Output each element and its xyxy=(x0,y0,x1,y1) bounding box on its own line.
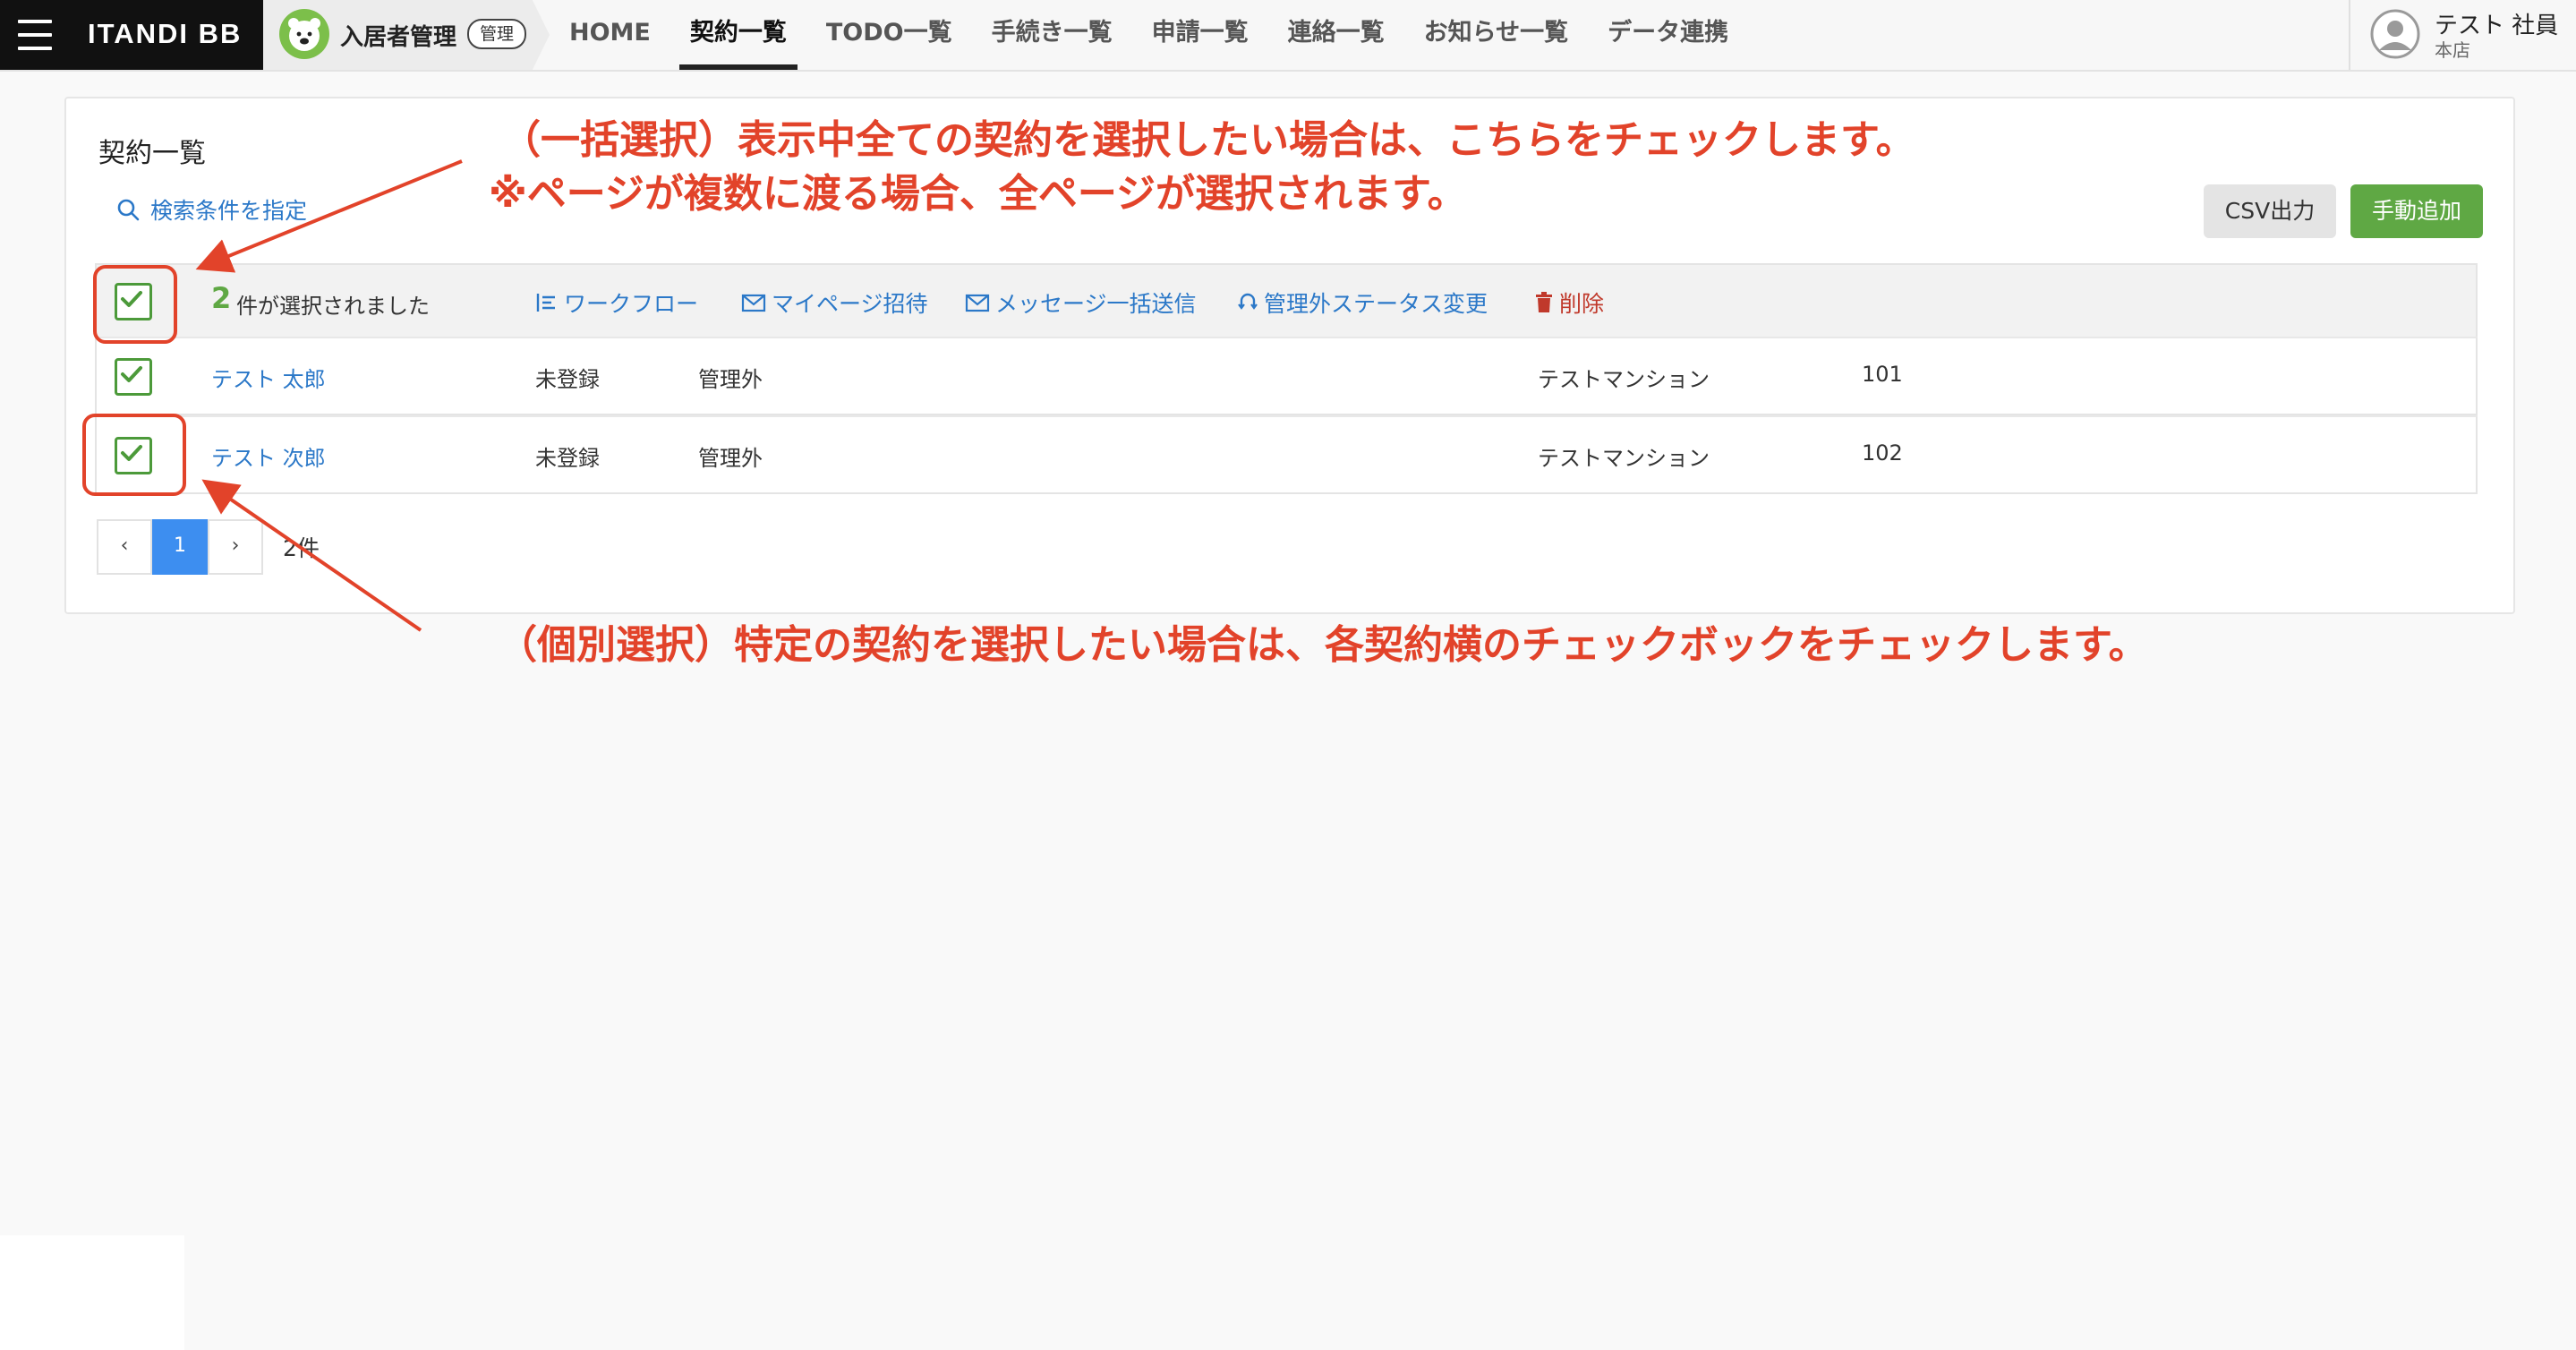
workflow-label: ワークフロー xyxy=(564,291,699,317)
tenant-name-link[interactable]: テスト 太郎 xyxy=(211,362,326,393)
selected-count: 2 xyxy=(211,281,232,315)
pagination: ‹ 1 › 2件 xyxy=(97,519,320,575)
mypage-invite-action[interactable]: マイページ招待 xyxy=(741,286,928,319)
table-row: テスト 太郎 未登録 管理外 テストマンション 101 xyxy=(95,337,2478,415)
total-count: 2件 xyxy=(283,535,320,561)
check-icon xyxy=(121,366,142,382)
next-page-button[interactable]: › xyxy=(208,519,263,575)
brand-area: ITANDI BB xyxy=(0,0,263,70)
csv-export-button[interactable]: CSV出力 xyxy=(2204,184,2336,238)
status-change-label: 管理外ステータス変更 xyxy=(1264,291,1488,317)
tenant-name-link[interactable]: テスト 次郎 xyxy=(211,440,326,472)
user-menu[interactable]: テスト 社員 本店 xyxy=(2349,0,2576,70)
search-conditions-label: 検索条件を指定 xyxy=(150,198,308,224)
top-bar: ITANDI BB 入居者管理 管理 HOME 契約一覧 TODO一覧 手続き一… xyxy=(0,0,2576,72)
nav-notices[interactable]: お知らせ一覧 xyxy=(1424,0,1568,70)
app-switcher[interactable]: 入居者管理 管理 xyxy=(263,0,550,70)
row-checkbox[interactable] xyxy=(115,358,152,396)
delete-label: 削除 xyxy=(1559,291,1605,317)
nav-contracts[interactable]: 契約一覧 xyxy=(678,0,798,70)
management-status: 管理外 xyxy=(698,446,763,471)
single-select-note: （個別選択）特定の契約を選択したい場合は、各契約横のチェックボックをチェックしま… xyxy=(498,622,2148,668)
blank-corner-panel xyxy=(0,1235,184,1350)
prev-page-button[interactable]: ‹ xyxy=(97,519,152,575)
bulk-message-label: メッセージ一括送信 xyxy=(995,291,1197,317)
nav-contacts[interactable]: 連絡一覧 xyxy=(1288,0,1385,70)
user-store: 本店 xyxy=(2435,39,2470,61)
search-icon xyxy=(117,199,140,221)
search-conditions-link[interactable]: 検索条件を指定 xyxy=(116,193,307,226)
app-name: 入居者管理 xyxy=(340,24,457,51)
registration-status: 未登録 xyxy=(535,446,600,471)
brand-logo[interactable]: ITANDI BB xyxy=(88,18,242,50)
app-role-badge: 管理 xyxy=(467,19,527,49)
building-name: テストマンション xyxy=(1538,446,1710,471)
table-row: テスト 次郎 未登録 管理外 テストマンション 102 xyxy=(95,415,2478,494)
workflow-icon xyxy=(536,294,555,312)
contract-table: 2 件が選択されました ワークフロー マイページ招待 メッセージ一括送信 管理外… xyxy=(95,263,2478,494)
bulk-select-note-line2: ※ページが複数に渡る場合、全ページが選択されます。 xyxy=(489,171,1467,217)
main-nav: HOME 契約一覧 TODO一覧 手続き一覧 申請一覧 連絡一覧 お知らせ一覧 … xyxy=(569,0,1768,70)
user-avatar-icon xyxy=(2370,9,2420,59)
mypage-invite-label: マイページ招待 xyxy=(772,291,928,317)
envelope-icon xyxy=(965,294,990,312)
single-select-highlight xyxy=(82,414,186,496)
bulk-select-note-line1: （一括選択）表示中全ての契約を選択したい場合は、こちらをチェックします。 xyxy=(501,117,1915,163)
bulk-select-highlight xyxy=(93,265,177,344)
room-number: 101 xyxy=(1862,362,1903,387)
trash-icon xyxy=(1536,292,1552,312)
building-name: テストマンション xyxy=(1538,367,1710,392)
page-title: 契約一覧 xyxy=(98,138,206,169)
registration-status: 未登録 xyxy=(535,367,600,392)
nav-data-link[interactable]: データ連携 xyxy=(1608,0,1728,70)
nav-home[interactable]: HOME xyxy=(569,0,651,70)
table-header: 2 件が選択されました ワークフロー マイページ招待 メッセージ一括送信 管理外… xyxy=(95,263,2478,337)
workflow-action[interactable]: ワークフロー xyxy=(535,286,698,319)
app-mascot-icon xyxy=(279,9,329,59)
nav-todo[interactable]: TODO一覧 xyxy=(826,0,952,70)
selected-text: 件が選択されました xyxy=(236,294,430,319)
menu-icon[interactable] xyxy=(18,20,52,50)
management-status: 管理外 xyxy=(698,367,763,392)
exchange-icon xyxy=(1238,293,1258,310)
envelope-icon xyxy=(741,294,766,312)
nav-applications[interactable]: 申請一覧 xyxy=(1152,0,1249,70)
bulk-message-action[interactable]: メッセージ一括送信 xyxy=(965,286,1197,319)
page-button-current[interactable]: 1 xyxy=(152,519,208,575)
add-contract-button[interactable]: 手動追加 xyxy=(2350,184,2483,238)
nav-procedures[interactable]: 手続き一覧 xyxy=(992,0,1113,70)
room-number: 102 xyxy=(1862,440,1903,466)
status-change-action[interactable]: 管理外ステータス変更 xyxy=(1237,286,1488,319)
delete-action[interactable]: 削除 xyxy=(1534,286,1604,319)
